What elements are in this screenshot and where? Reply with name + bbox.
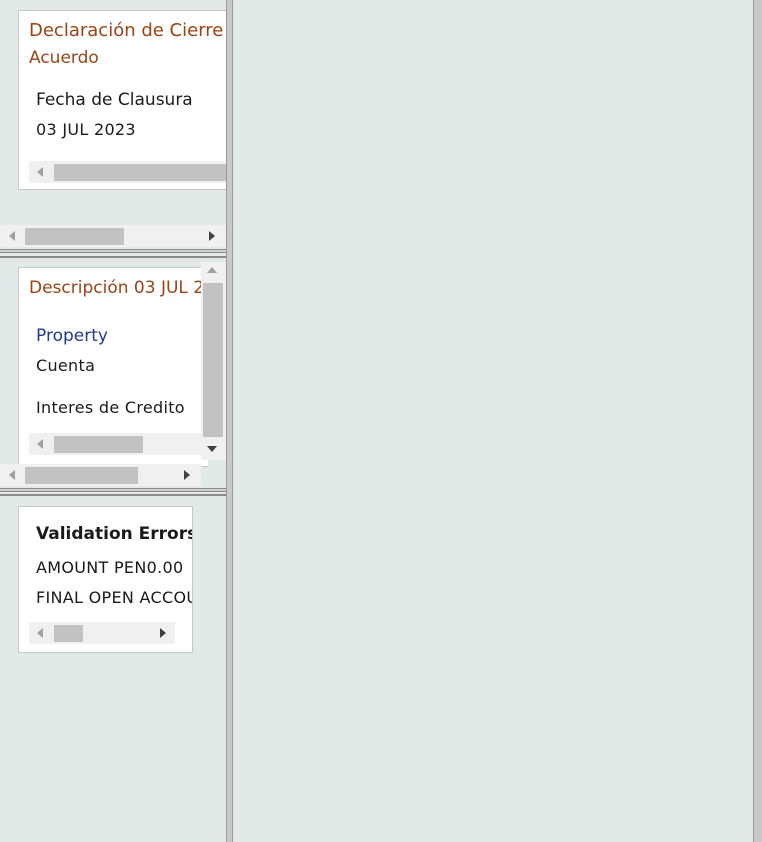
content-pane	[233, 0, 753, 842]
scroll-left-icon[interactable]	[9, 470, 15, 480]
closing-statement-card: Declaración de Cierre Acuerdo Fecha de C…	[18, 10, 226, 190]
scroll-up-icon[interactable]	[207, 267, 217, 273]
property-row: Interes de Credito	[36, 398, 185, 417]
scroll-thumb[interactable]	[203, 283, 223, 437]
pane-splitter[interactable]	[226, 0, 233, 842]
scroll-thumb[interactable]	[54, 164, 226, 181]
panel2-vertical-scrollbar[interactable]	[201, 262, 226, 460]
panel-separator[interactable]	[0, 488, 226, 492]
property-row: Cuenta	[36, 356, 96, 375]
card-subtitle: Acuerdo	[29, 48, 99, 68]
scroll-right-icon[interactable]	[184, 470, 190, 480]
closing-date-value: 03 JUL 2023	[36, 120, 136, 139]
scroll-left-icon[interactable]	[37, 439, 43, 449]
description-label: Descripción	[29, 278, 129, 298]
card-horizontal-scrollbar[interactable]	[29, 161, 226, 183]
left-column: Declaración de Cierre Acuerdo Fecha de C…	[0, 0, 226, 842]
scroll-right-icon[interactable]	[160, 628, 166, 638]
panel1-horizontal-scrollbar[interactable]	[0, 225, 226, 247]
scroll-left-icon[interactable]	[37, 628, 43, 638]
closing-date-label: Fecha de Clausura	[36, 90, 193, 110]
card-horizontal-scrollbar[interactable]	[29, 433, 208, 455]
scroll-left-icon[interactable]	[37, 167, 43, 177]
scroll-down-icon[interactable]	[207, 446, 217, 452]
scroll-thumb[interactable]	[54, 436, 143, 453]
validation-card: Validation Errors AMOUNT PEN0.00 FINAL O…	[18, 506, 193, 653]
scroll-left-icon[interactable]	[9, 231, 15, 241]
right-pane-edge	[753, 0, 762, 842]
scroll-thumb[interactable]	[54, 625, 83, 642]
validation-line: AMOUNT PEN0.00	[36, 558, 184, 577]
description-title: Descripción 03 JUL 2023	[29, 278, 208, 298]
card-horizontal-scrollbar[interactable]	[29, 622, 175, 644]
description-date: 03 JUL 2023	[133, 278, 208, 298]
scroll-thumb[interactable]	[25, 228, 124, 245]
validation-header: Validation Errors	[36, 524, 193, 544]
scroll-right-icon[interactable]	[209, 231, 215, 241]
card-title: Declaración de Cierre	[29, 20, 224, 41]
panel2-horizontal-scrollbar[interactable]	[0, 464, 201, 486]
property-header: Property	[36, 326, 108, 346]
validation-line: FINAL OPEN ACCOUNT	[36, 588, 192, 607]
scroll-thumb[interactable]	[25, 467, 138, 484]
description-card: Descripción 03 JUL 2023 Property Cuenta …	[18, 267, 208, 467]
